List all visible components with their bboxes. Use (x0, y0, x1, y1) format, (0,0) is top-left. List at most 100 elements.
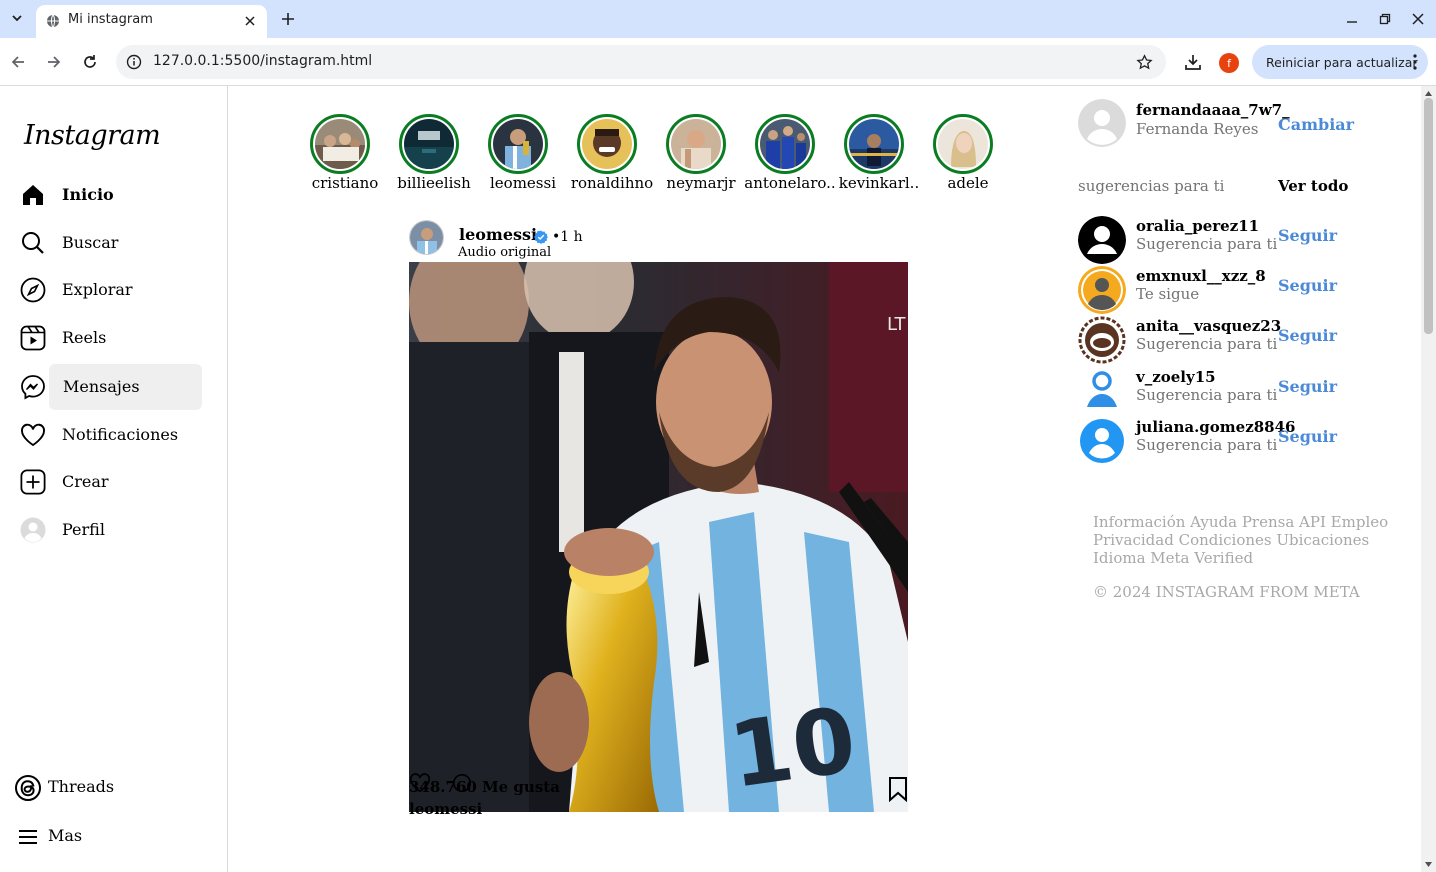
update-button[interactable]: Reiniciar para actualizar (1252, 45, 1428, 79)
close-window-button[interactable] (1408, 9, 1428, 29)
story-avatar (315, 119, 365, 169)
minimize-button[interactable] (1342, 9, 1362, 29)
switch-account-link[interactable]: Cambiar (1278, 115, 1354, 134)
nav-label: Crear (62, 472, 109, 491)
new-tab-button[interactable] (278, 9, 298, 29)
suggestion-item: v_zoely15 Sugerencia para ti Seguir (1078, 367, 1418, 415)
scrollbar-thumb[interactable] (1424, 98, 1433, 334)
nav-label: Explorar (62, 280, 133, 299)
tab-title: Mi instagram (68, 12, 153, 27)
nav-item-threads[interactable]: Threads (6, 767, 196, 807)
post-likes-count[interactable]: 348.760 Me gusta (409, 778, 560, 796)
reload-icon (84, 55, 96, 68)
footer-links[interactable]: Información Ayuda Prensa API Empleo Priv… (1093, 513, 1403, 567)
nav-item-perfil[interactable]: Perfil (12, 507, 202, 553)
restore-icon (1379, 13, 1391, 25)
minimize-icon (1347, 21, 1357, 23)
close-icon (1412, 13, 1424, 25)
suggestion-username[interactable]: v_zoely15 (1136, 368, 1216, 386)
restore-button[interactable] (1375, 9, 1395, 29)
bookmark-icon[interactable] (887, 776, 909, 802)
current-username[interactable]: fernandaaaa_7w7_ (1136, 101, 1290, 119)
avatar-icon (20, 517, 46, 543)
story-ring (666, 114, 726, 174)
arrow-right-icon (48, 56, 61, 68)
nav-label: Inicio (62, 185, 114, 204)
suggestion-avatar[interactable] (1078, 417, 1126, 465)
bookmark-star-icon[interactable] (1134, 52, 1154, 72)
suggestion-avatar[interactable] (1078, 216, 1126, 264)
back-button[interactable] (6, 50, 30, 74)
suggestion-item: emxnuxl__xzz_8 Te sigue Seguir (1078, 266, 1418, 314)
story-avatar (404, 119, 454, 169)
post-username[interactable]: leomessi (459, 225, 537, 244)
messenger-icon (20, 374, 46, 400)
reload-button[interactable] (78, 50, 102, 74)
nav-item-mensajes[interactable]: Mensajes (21, 364, 202, 410)
instagram-page: Instagram Inicio Buscar Explorar Reels M… (0, 86, 1436, 872)
tab-search-button[interactable] (6, 7, 28, 29)
update-button-label: Reiniciar para actualizar (1266, 54, 1418, 70)
follow-button[interactable]: Seguir (1278, 276, 1337, 295)
current-user-avatar[interactable] (1078, 99, 1126, 147)
suggestion-avatar[interactable] (1078, 367, 1126, 415)
suggestion-item: oralia_perez11 Sugerencia para ti Seguir (1078, 216, 1418, 264)
caption-username[interactable]: leomessi (409, 800, 482, 818)
nav-item-notificaciones[interactable]: Notificaciones (12, 412, 202, 458)
nav-item-crear[interactable]: Crear (12, 459, 202, 505)
post-image[interactable]: LT 10 (409, 262, 908, 812)
globe-icon (47, 14, 59, 28)
scroll-up-icon[interactable] (1424, 89, 1433, 98)
follow-button[interactable]: Seguir (1278, 326, 1337, 345)
scroll-down-icon[interactable] (1424, 860, 1433, 869)
browser-profile-avatar[interactable]: f (1219, 53, 1239, 73)
suggestion-username[interactable]: emxnuxl__xzz_8 (1136, 267, 1266, 285)
default-avatar-icon (1078, 99, 1126, 147)
nav-item-inicio[interactable]: Inicio (12, 172, 202, 218)
suggestion-username[interactable]: oralia_perez11 (1136, 217, 1259, 235)
story-avatar (849, 119, 899, 169)
nav-label: Reels (62, 328, 107, 347)
left-sidebar: Instagram Inicio Buscar Explorar Reels M… (0, 86, 228, 872)
instagram-logo[interactable]: Instagram (24, 120, 161, 151)
nav-item-mas[interactable]: Mas (6, 816, 196, 856)
menu-icon (14, 823, 42, 851)
follow-button[interactable]: Seguir (1278, 226, 1337, 245)
url-text[interactable]: 127.0.0.1:5500/instagram.html (153, 53, 372, 69)
forward-button[interactable] (42, 50, 66, 74)
current-user-fullname: Fernanda Reyes (1136, 120, 1259, 138)
story-avatar (671, 119, 721, 169)
reels-icon (20, 325, 46, 351)
story-ring (488, 114, 548, 174)
page-scrollbar[interactable] (1421, 86, 1436, 872)
svg-text:LT: LT (887, 314, 907, 335)
address-bar[interactable]: 127.0.0.1:5500/instagram.html (116, 45, 1166, 79)
suggestion-item: juliana.gomez8846 Sugerencia para ti Seg… (1078, 417, 1418, 465)
suggestion-avatar[interactable] (1078, 266, 1126, 314)
suggestion-subtitle: Te sigue (1136, 285, 1200, 303)
nav-item-buscar[interactable]: Buscar (12, 220, 202, 266)
downloads-icon[interactable] (1182, 51, 1204, 73)
follow-button[interactable]: Seguir (1278, 427, 1337, 446)
site-info-icon[interactable] (124, 52, 144, 72)
suggestion-avatar[interactable] (1078, 316, 1126, 364)
nav-label: Notificaciones (62, 425, 179, 444)
browser-toolbar: 127.0.0.1:5500/instagram.html f Reinicia… (0, 38, 1436, 86)
browser-tab-bar: Mi instagram (0, 0, 1436, 38)
suggestion-username[interactable]: juliana.gomez8846 (1136, 418, 1295, 436)
see-all-link[interactable]: Ver todo (1278, 177, 1348, 195)
tab-close-icon[interactable] (242, 13, 258, 29)
post-author-avatar[interactable] (409, 220, 444, 255)
post-audio[interactable]: Audio original (458, 245, 551, 260)
copyright: © 2024 INSTAGRAM FROM META (1093, 583, 1360, 601)
suggestion-username[interactable]: anita__vasquez23 (1136, 317, 1281, 335)
story-avatar (493, 119, 543, 169)
follow-button[interactable]: Seguir (1278, 377, 1337, 396)
story-ring (399, 114, 459, 174)
suggestion-subtitle: Sugerencia para ti (1136, 436, 1278, 454)
browser-tab[interactable]: Mi instagram (36, 5, 267, 38)
nav-item-reels[interactable]: Reels (12, 315, 202, 361)
nav-item-explorar[interactable]: Explorar (12, 267, 202, 313)
story-avatar (760, 119, 810, 169)
suggestion-item: anita__vasquez23 Sugerencia para ti Segu… (1078, 316, 1418, 364)
